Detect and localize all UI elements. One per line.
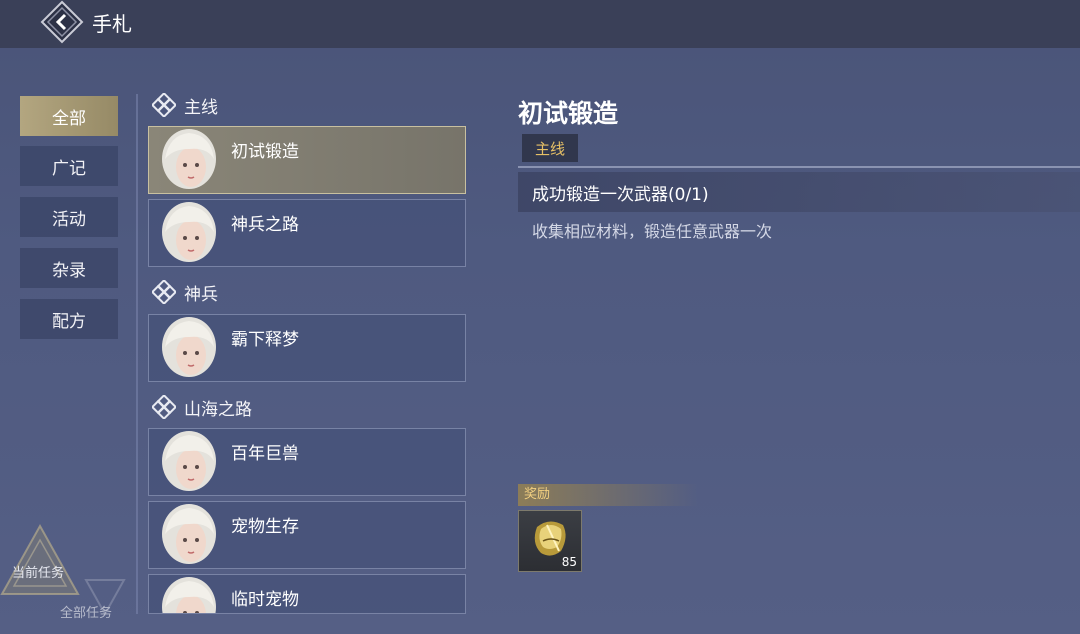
current-task-label[interactable]: 当前任务 bbox=[12, 562, 64, 581]
quest-objective: 成功锻造一次武器(0/1) bbox=[518, 172, 1080, 212]
section-header-weapons: 神兵 bbox=[152, 280, 218, 305]
tab-misc[interactable]: 杂录 bbox=[20, 248, 118, 288]
quest-name: 初试锻造 bbox=[231, 142, 299, 162]
quest-type-badge: 主线 bbox=[522, 134, 578, 162]
quest-detail-title: 初试锻造 bbox=[518, 99, 619, 128]
tab-label: 杂录 bbox=[52, 260, 86, 281]
quest-name: 霸下释梦 bbox=[231, 330, 299, 350]
knot-icon bbox=[152, 93, 176, 117]
tab-events[interactable]: 活动 bbox=[20, 197, 118, 237]
reward-label: 奖励 bbox=[518, 484, 698, 506]
tab-label: 配方 bbox=[52, 311, 86, 332]
character-portrait-icon bbox=[162, 504, 216, 564]
knot-icon bbox=[152, 395, 176, 419]
knot-icon bbox=[152, 280, 176, 304]
quest-name: 宠物生存 bbox=[231, 517, 299, 537]
character-portrait-icon bbox=[162, 129, 216, 189]
quest-name: 神兵之路 bbox=[231, 215, 299, 235]
character-portrait-icon bbox=[162, 202, 216, 262]
tab-label: 全部 bbox=[52, 108, 86, 129]
page-title: 手札 bbox=[92, 12, 132, 36]
objective-text: 成功锻造一次武器(0/1) bbox=[532, 184, 709, 205]
quest-card[interactable]: 神兵之路 bbox=[148, 199, 466, 267]
section-title: 主线 bbox=[184, 97, 218, 118]
quest-name: 临时宠物 bbox=[231, 590, 299, 610]
character-portrait-icon bbox=[162, 431, 216, 491]
section-title: 神兵 bbox=[184, 284, 218, 305]
tab-recipes[interactable]: 配方 bbox=[20, 299, 118, 339]
reward-item-slot[interactable]: 85 bbox=[518, 510, 582, 572]
quest-card[interactable]: 宠物生存 bbox=[148, 501, 466, 569]
section-header-shanhai: 山海之路 bbox=[152, 395, 252, 420]
quest-card[interactable]: 霸下释梦 bbox=[148, 314, 466, 382]
tab-label: 广记 bbox=[52, 158, 86, 179]
tab-all[interactable]: 全部 bbox=[20, 96, 118, 136]
quest-description: 收集相应材料，锻造任意武器一次 bbox=[532, 222, 773, 241]
reward-count: 85 bbox=[561, 555, 577, 569]
character-portrait-icon bbox=[162, 577, 216, 613]
quest-card[interactable]: 初试锻造 bbox=[148, 126, 466, 194]
back-button[interactable] bbox=[40, 0, 84, 44]
tab-label: 活动 bbox=[52, 209, 86, 230]
quest-name: 百年巨兽 bbox=[231, 444, 299, 464]
character-portrait-icon bbox=[162, 317, 216, 377]
quest-card[interactable]: 临时宠物 bbox=[148, 574, 466, 614]
tab-guangji[interactable]: 广记 bbox=[20, 146, 118, 186]
section-header-main: 主线 bbox=[152, 93, 218, 118]
section-title: 山海之路 bbox=[184, 399, 252, 420]
quest-card[interactable]: 百年巨兽 bbox=[148, 428, 466, 496]
back-arrow-icon bbox=[40, 0, 84, 44]
column-divider bbox=[136, 94, 138, 614]
detail-divider bbox=[518, 166, 1080, 168]
all-task-label[interactable]: 全部任务 bbox=[60, 602, 112, 621]
top-bar: 手札 bbox=[0, 0, 1080, 48]
